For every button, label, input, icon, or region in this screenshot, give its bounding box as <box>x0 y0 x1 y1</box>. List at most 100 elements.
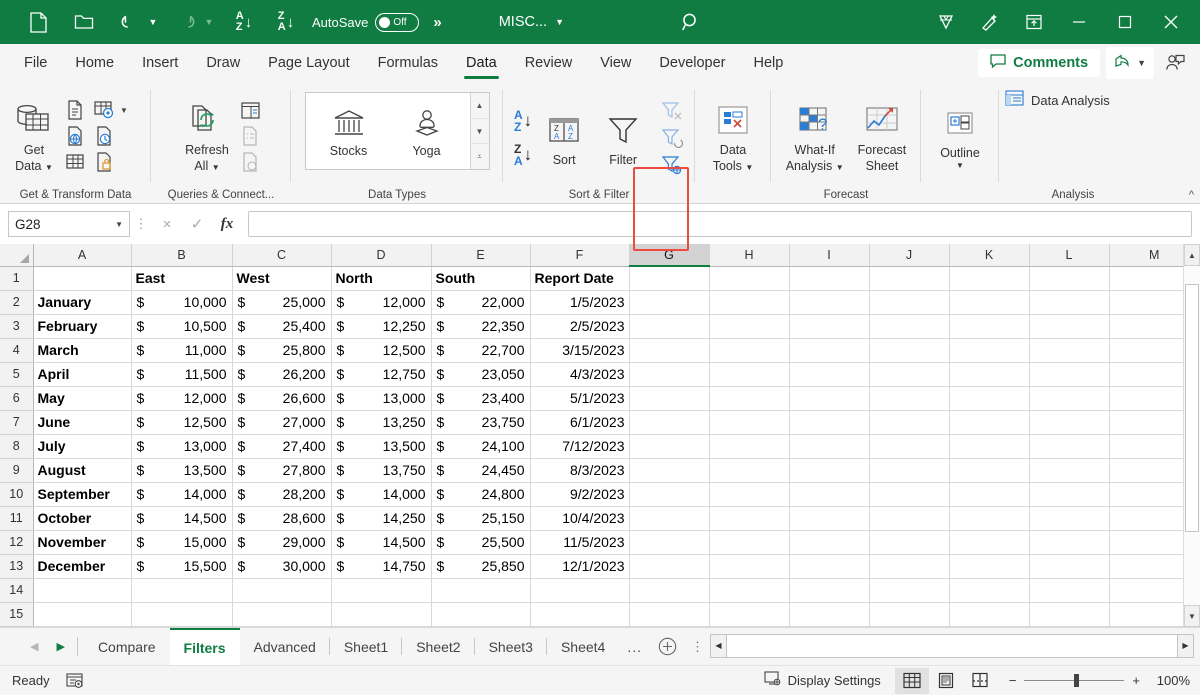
pen-draw-icon[interactable] <box>968 0 1012 44</box>
cell-j3[interactable] <box>869 314 949 338</box>
cell-h15[interactable] <box>709 602 789 626</box>
quick-access-overflow-icon[interactable]: » <box>433 14 440 31</box>
cell-a2[interactable]: January <box>33 290 131 314</box>
cell-l15[interactable] <box>1029 602 1109 626</box>
cell-j9[interactable] <box>869 458 949 482</box>
cell-e13[interactable]: $25,850 <box>431 554 530 578</box>
cell-j6[interactable] <box>869 386 949 410</box>
cell-f10[interactable]: 9/2/2023 <box>530 482 629 506</box>
cell-i7[interactable] <box>789 410 869 434</box>
cell-h5[interactable] <box>709 362 789 386</box>
autosave-control[interactable]: AutoSave Off <box>312 13 419 32</box>
undo-dropdown-chevron-icon[interactable]: ▼ <box>146 17 160 27</box>
cell-e4[interactable]: $22,700 <box>431 338 530 362</box>
tab-home[interactable]: Home <box>61 44 128 82</box>
gallery-more-icon[interactable]: ⩡ <box>471 144 489 169</box>
cell-d13[interactable]: $14,750 <box>331 554 431 578</box>
cell-f2[interactable]: 1/5/2023 <box>530 290 629 314</box>
new-file-icon[interactable] <box>22 6 54 38</box>
cell-j14[interactable] <box>869 578 949 602</box>
cell-k6[interactable] <box>949 386 1029 410</box>
cell-g12[interactable] <box>629 530 709 554</box>
cell-a4[interactable]: March <box>33 338 131 362</box>
cell-f13[interactable]: 12/1/2023 <box>530 554 629 578</box>
undo-icon[interactable] <box>114 6 146 38</box>
from-table-range-icon[interactable] <box>62 150 88 175</box>
tab-review[interactable]: Review <box>511 44 587 82</box>
cell-h1[interactable] <box>709 266 789 290</box>
sort-ascending-icon[interactable]: AZ↓ <box>514 109 532 133</box>
cell-b6[interactable]: $12,000 <box>131 386 232 410</box>
horizontal-scrollbar[interactable]: ◀ ▶ <box>710 628 1200 665</box>
display-settings-button[interactable]: Display Settings <box>764 671 881 690</box>
cell-d2[interactable]: $12,000 <box>331 290 431 314</box>
data-tools-button[interactable]: Data Tools ▼ <box>706 95 761 177</box>
cell-c4[interactable]: $25,800 <box>232 338 331 362</box>
row-header-2[interactable]: 2 <box>0 290 33 314</box>
cell-f11[interactable]: 10/4/2023 <box>530 506 629 530</box>
filter-button[interactable]: Filter <box>599 105 647 171</box>
data-type-yoga[interactable]: Yoga <box>388 94 466 168</box>
cell-e1[interactable]: South <box>431 266 530 290</box>
cell-j13[interactable] <box>869 554 949 578</box>
queries-connections-icon[interactable] <box>238 98 264 123</box>
add-sheet-button[interactable] <box>650 628 685 665</box>
sheet-nav-prev-icon[interactable]: ◀ <box>30 640 38 653</box>
vertical-scrollbar[interactable]: ▲ ▼ <box>1183 244 1200 627</box>
cell-g7[interactable] <box>629 410 709 434</box>
cell-c5[interactable]: $26,200 <box>232 362 331 386</box>
gallery-scroll-up-icon[interactable]: ▲ <box>471 93 489 119</box>
cell-d11[interactable]: $14,250 <box>331 506 431 530</box>
cell-d6[interactable]: $13,000 <box>331 386 431 410</box>
cell-b5[interactable]: $11,500 <box>131 362 232 386</box>
cell-l11[interactable] <box>1029 506 1109 530</box>
sheet-tabs-more-icon[interactable]: ... <box>619 628 650 665</box>
autosave-toggle[interactable]: Off <box>375 13 419 32</box>
cell-c15[interactable] <box>232 602 331 626</box>
existing-connections-icon[interactable] <box>91 150 117 175</box>
cell-l4[interactable] <box>1029 338 1109 362</box>
cell-b13[interactable]: $15,500 <box>131 554 232 578</box>
cell-k14[interactable] <box>949 578 1029 602</box>
confirm-entry-button[interactable]: ✓ <box>182 211 212 237</box>
col-header-j[interactable]: J <box>869 244 949 266</box>
cell-c1[interactable]: West <box>232 266 331 290</box>
cell-i3[interactable] <box>789 314 869 338</box>
cell-f6[interactable]: 5/1/2023 <box>530 386 629 410</box>
cell-e9[interactable]: $24,450 <box>431 458 530 482</box>
cell-a9[interactable]: August <box>33 458 131 482</box>
cell-j8[interactable] <box>869 434 949 458</box>
row-header-11[interactable]: 11 <box>0 506 33 530</box>
comments-button[interactable]: Comments <box>978 49 1100 77</box>
reapply-filter-icon[interactable] <box>659 126 685 151</box>
outline-chevron[interactable]: ▼ <box>956 162 964 171</box>
share-people-icon[interactable] <box>1156 48 1194 78</box>
col-header-a[interactable]: A <box>33 244 131 266</box>
advanced-filter-icon[interactable] <box>659 153 685 178</box>
refresh-all-button[interactable]: Refresh All ▼ <box>178 95 236 177</box>
from-web-table-icon[interactable] <box>91 98 117 123</box>
tab-data[interactable]: Data <box>452 44 511 82</box>
cell-h4[interactable] <box>709 338 789 362</box>
cell-j11[interactable] <box>869 506 949 530</box>
sheet-tab-sheet1[interactable]: Sheet1 <box>330 628 402 665</box>
edit-links-icon[interactable] <box>238 150 264 175</box>
cell-g6[interactable] <box>629 386 709 410</box>
cell-g3[interactable] <box>629 314 709 338</box>
get-data-button[interactable]: Get Data ▼ <box>6 95 62 177</box>
cell-l6[interactable] <box>1029 386 1109 410</box>
cell-f15[interactable] <box>530 602 629 626</box>
col-header-h[interactable]: H <box>709 244 789 266</box>
cell-k15[interactable] <box>949 602 1029 626</box>
cell-b2[interactable]: $10,000 <box>131 290 232 314</box>
cell-c2[interactable]: $25,000 <box>232 290 331 314</box>
cell-c11[interactable]: $28,600 <box>232 506 331 530</box>
cell-b3[interactable]: $10,500 <box>131 314 232 338</box>
cell-b1[interactable]: East <box>131 266 232 290</box>
from-text-csv-icon[interactable] <box>62 98 88 123</box>
sort-descending-icon[interactable]: ZA↓ <box>514 143 532 167</box>
sheet-bar-drag-handle[interactable]: ⋮ <box>685 628 710 665</box>
col-header-i[interactable]: I <box>789 244 869 266</box>
properties-icon[interactable] <box>238 124 264 149</box>
cell-f12[interactable]: 11/5/2023 <box>530 530 629 554</box>
